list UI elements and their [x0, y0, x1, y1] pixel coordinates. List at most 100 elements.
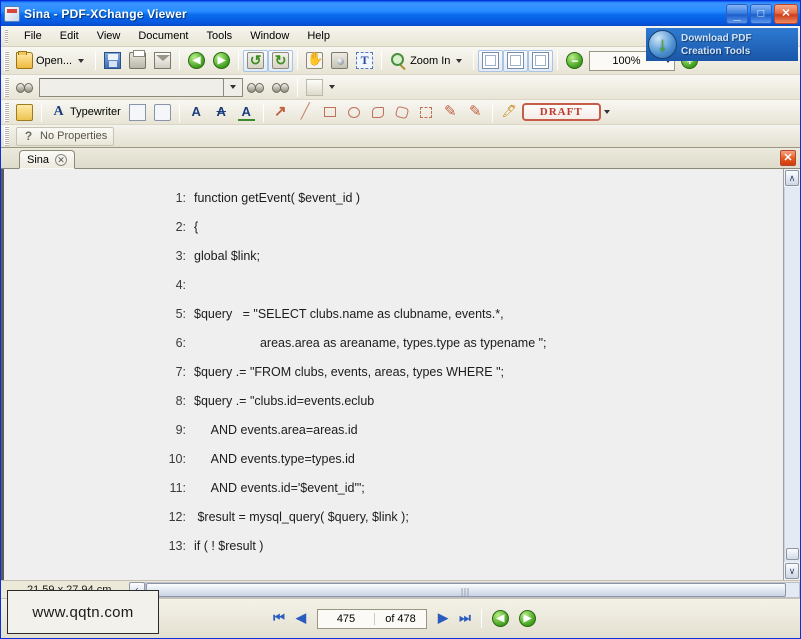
maximize-button[interactable]: □: [750, 4, 772, 24]
save-button[interactable]: [100, 50, 125, 72]
menu-item-document[interactable]: Document: [129, 28, 197, 44]
polyline-tool-icon: [372, 107, 384, 118]
horizontal-scroll-track[interactable]: [145, 582, 800, 598]
vertical-scroll-track[interactable]: [784, 187, 800, 562]
line-text: {: [194, 220, 198, 234]
sticky-note-button[interactable]: [12, 101, 37, 123]
toolbar-grip[interactable]: [4, 77, 9, 97]
line-tool-button[interactable]: [293, 101, 318, 123]
rotate-cw-button[interactable]: [268, 50, 293, 72]
last-page-button[interactable]: ⏭: [455, 609, 475, 629]
find-previous-icon: [247, 79, 264, 96]
tab-close-icon[interactable]: ✕: [55, 154, 67, 166]
print-button[interactable]: [125, 50, 150, 72]
chevron-down-icon[interactable]: [329, 85, 335, 89]
next-page-button[interactable]: ▶: [433, 609, 453, 629]
find-button[interactable]: [12, 76, 37, 98]
scroll-up-button[interactable]: ∧: [785, 170, 799, 186]
menu-item-tools[interactable]: Tools: [198, 28, 242, 44]
scroll-thumb-grip: [462, 588, 471, 596]
forward-button[interactable]: [209, 50, 234, 72]
toolbar-grip[interactable]: [4, 51, 9, 71]
hand-tool-button[interactable]: [302, 50, 327, 72]
typewriter-icon: A: [50, 104, 67, 121]
chevron-down-icon[interactable]: [604, 110, 610, 114]
document-tab-sina[interactable]: Sina ✕: [19, 150, 75, 169]
search-history-dropdown[interactable]: [224, 78, 243, 97]
app-icon: [4, 6, 20, 22]
select-text-icon: [356, 52, 373, 69]
nav-forward-button[interactable]: [515, 608, 540, 630]
find-options-button[interactable]: [302, 76, 342, 98]
arrow-tool-button[interactable]: [268, 101, 293, 123]
pencil-tool-button[interactable]: [438, 101, 463, 123]
open-button[interactable]: Open...: [12, 50, 91, 72]
fit-page-button[interactable]: [503, 50, 528, 72]
chevron-down-icon[interactable]: [456, 59, 462, 63]
back-button[interactable]: [184, 50, 209, 72]
pdf-page-container[interactable]: 1:function getEvent( $event_id ) 2:{ 3:g…: [1, 169, 783, 580]
polyline-tool-button[interactable]: [366, 101, 390, 123]
snapshot-icon: [331, 52, 348, 69]
rectangle-tool-icon: [324, 107, 336, 117]
highlight-button[interactable]: A: [184, 101, 209, 123]
find-previous-button[interactable]: [243, 76, 268, 98]
no-properties-button[interactable]: No Properties: [16, 127, 114, 146]
comment-toolbar: A Typewriter A A A DRAFT: [1, 100, 800, 125]
zoom-out-button[interactable]: [562, 50, 587, 72]
callout-button[interactable]: [150, 101, 175, 123]
zoom-out-icon: [566, 52, 583, 69]
select-text-button[interactable]: [352, 50, 377, 72]
ellipse-tool-button[interactable]: [342, 101, 366, 123]
toolbar-grip[interactable]: [4, 102, 9, 122]
strikeout-button[interactable]: A: [209, 101, 234, 123]
back-arrow-icon: [188, 52, 205, 69]
menu-item-edit[interactable]: Edit: [51, 28, 88, 44]
rotate-ccw-button[interactable]: [243, 50, 268, 72]
vertical-scroll-thumb[interactable]: [786, 548, 799, 560]
stamp-tool-button[interactable]: [497, 101, 522, 123]
scroll-down-button[interactable]: ∨: [785, 563, 799, 579]
properties-icon: [20, 128, 37, 145]
toolbar-separator: [263, 103, 264, 122]
cloud-tool-button[interactable]: [414, 101, 438, 123]
toolbar-grip[interactable]: [4, 126, 9, 146]
rectangle-tool-button[interactable]: [318, 101, 342, 123]
previous-page-button[interactable]: ◀: [291, 609, 311, 629]
minimize-button[interactable]: _: [726, 4, 748, 24]
fit-width-button[interactable]: [528, 50, 553, 72]
underline-icon: A: [238, 104, 255, 121]
nav-forward-icon: [519, 610, 536, 627]
underline-button[interactable]: A: [234, 101, 259, 123]
page-number-input[interactable]: 475: [318, 613, 374, 625]
first-page-button[interactable]: ⏮: [269, 609, 289, 629]
draft-stamp-button[interactable]: DRAFT: [522, 103, 601, 121]
menu-item-view[interactable]: View: [88, 28, 130, 44]
actual-size-button[interactable]: [478, 50, 503, 72]
zoom-in-tool-button[interactable]: Zoom In: [386, 50, 469, 72]
menu-item-window[interactable]: Window: [241, 28, 298, 44]
promo-line-1: Download PDF: [681, 32, 752, 45]
document-view: 1:function getEvent( $event_id ) 2:{ 3:g…: [1, 169, 800, 580]
text-box-button[interactable]: [125, 101, 150, 123]
nav-back-button[interactable]: [488, 608, 513, 630]
menu-item-help[interactable]: Help: [298, 28, 339, 44]
menu-item-file[interactable]: File: [15, 28, 51, 44]
code-line: 13:if ( ! $result ): [4, 539, 783, 568]
eraser-tool-button[interactable]: [463, 101, 488, 123]
page-number-field[interactable]: 475 of 478: [317, 609, 427, 629]
find-next-button[interactable]: [268, 76, 293, 98]
close-document-button[interactable]: ✕: [780, 150, 796, 166]
close-button[interactable]: ✕: [774, 4, 798, 24]
vertical-scrollbar[interactable]: ∧ ∨: [783, 169, 800, 580]
email-button[interactable]: [150, 50, 175, 72]
polygon-tool-button[interactable]: [390, 101, 414, 123]
search-input[interactable]: [39, 78, 224, 97]
chevron-down-icon[interactable]: [78, 59, 84, 63]
typewriter-button[interactable]: A Typewriter: [46, 101, 125, 123]
typewriter-label: Typewriter: [70, 106, 121, 118]
hand-tool-icon: [306, 52, 323, 69]
horizontal-scroll-thumb[interactable]: [146, 583, 786, 597]
download-pdf-creation-tools-banner[interactable]: Download PDF Creation Tools: [646, 28, 798, 61]
snapshot-button[interactable]: [327, 50, 352, 72]
